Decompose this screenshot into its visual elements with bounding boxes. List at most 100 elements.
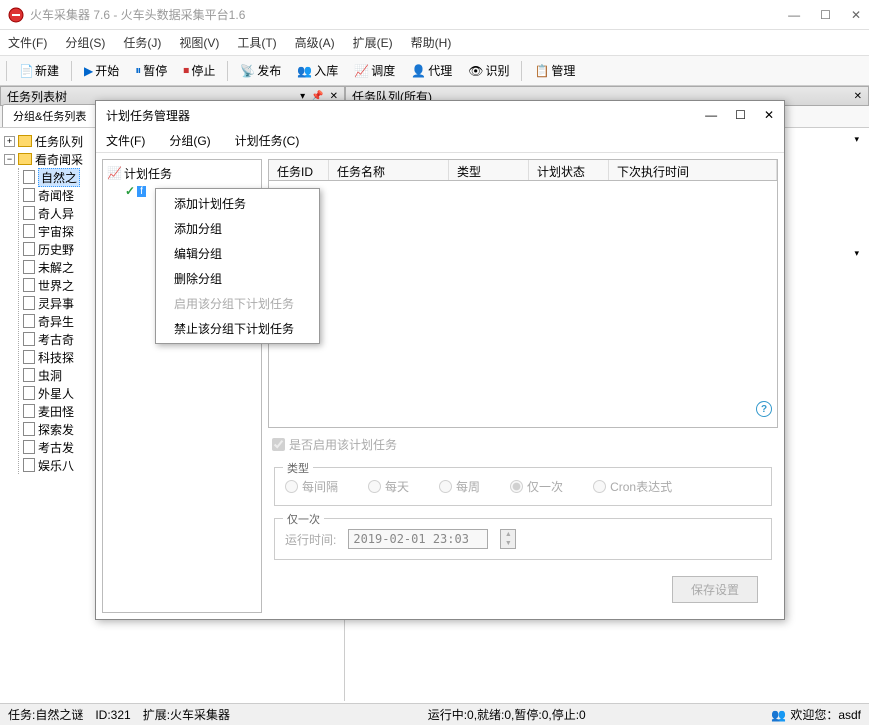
- col-type[interactable]: 类型: [449, 160, 529, 180]
- status-task: 任务:自然之谜: [8, 706, 83, 723]
- manage-button[interactable]: 📋管理: [528, 60, 581, 81]
- ctx-enable-group: 启用该分组下计划任务: [156, 291, 319, 316]
- file-icon: [23, 386, 35, 400]
- col-status[interactable]: 计划状态: [529, 160, 609, 180]
- publish-button[interactable]: 📡发布: [234, 60, 287, 81]
- col-task-name[interactable]: 任务名称: [329, 160, 449, 180]
- folder-icon: [18, 153, 32, 165]
- schedule-button[interactable]: 📈调度: [348, 60, 401, 81]
- spinner-up-icon[interactable]: ▲: [501, 530, 515, 539]
- collapse-icon[interactable]: −: [4, 154, 15, 165]
- file-icon: [23, 296, 35, 310]
- file-icon: [23, 206, 35, 220]
- radio-once[interactable]: 仅一次: [510, 478, 563, 495]
- pause-button[interactable]: ⏸暂停: [129, 60, 173, 81]
- dialog-titlebar: 计划任务管理器 — ☐ ✕: [96, 101, 784, 129]
- dialog-menu-file[interactable]: 文件(F): [106, 132, 145, 149]
- ctx-add-task[interactable]: 添加计划任务: [156, 191, 319, 216]
- task-icon: 📈: [107, 166, 122, 180]
- status-bar: 任务:自然之谜 ID:321 扩展:火车采集器 运行中:0, 就绪:0, 暂停:…: [0, 703, 869, 725]
- ctx-delete-group[interactable]: 删除分组: [156, 266, 319, 291]
- import-button[interactable]: 👥入库: [291, 60, 344, 81]
- menu-view[interactable]: 视图(V): [179, 34, 219, 51]
- dialog-grid-body: [268, 181, 778, 428]
- radio-interval[interactable]: 每间隔: [285, 478, 338, 495]
- enable-checkbox[interactable]: 是否启用该计划任务: [272, 436, 774, 453]
- menu-group[interactable]: 分组(S): [65, 34, 105, 51]
- radio-weekly[interactable]: 每周: [439, 478, 480, 495]
- stop-button[interactable]: ⏹停止: [177, 60, 221, 81]
- menu-task[interactable]: 任务(J): [123, 34, 161, 51]
- panel-close-icon[interactable]: ✕: [854, 91, 862, 102]
- file-icon: [23, 242, 35, 256]
- recognize-button[interactable]: 👁识别: [462, 60, 515, 81]
- file-icon: [23, 170, 35, 184]
- once-fieldset: 仅一次 运行时间: ▲ ▼: [274, 518, 772, 560]
- main-menubar: 文件(F) 分组(S) 任务(J) 视图(V) 工具(T) 高级(A) 扩展(E…: [0, 30, 869, 56]
- status-id: ID:321: [95, 708, 130, 722]
- dialog-menubar: 文件(F) 分组(G) 计划任务(C): [96, 129, 784, 153]
- window-title: 火车采集器 7.6 - 火车头数据采集平台1.6: [30, 6, 788, 23]
- save-settings-button[interactable]: 保存设置: [672, 576, 758, 603]
- col-task-id[interactable]: 任务ID: [269, 160, 329, 180]
- file-icon: [23, 404, 35, 418]
- left-tab[interactable]: 分组&任务列表: [2, 104, 97, 127]
- file-icon: [23, 188, 35, 202]
- schedule-task-dialog: 计划任务管理器 — ☐ ✕ 文件(F) 分组(G) 计划任务(C) 📈 计划任务…: [95, 100, 785, 620]
- ctx-edit-group[interactable]: 编辑分组: [156, 241, 319, 266]
- status-welcome: 欢迎您：asdf: [790, 706, 861, 723]
- dialog-menu-task[interactable]: 计划任务(C): [235, 132, 300, 149]
- maximize-button[interactable]: ☐: [820, 8, 831, 22]
- file-icon: [23, 332, 35, 346]
- file-icon: [23, 224, 35, 238]
- runtime-input[interactable]: [348, 529, 488, 549]
- context-menu: 添加计划任务 添加分组 编辑分组 删除分组 启用该分组下计划任务 禁止该分组下计…: [155, 188, 320, 344]
- status-ext: 扩展:火车采集器: [143, 706, 230, 723]
- status-stopped: 停止:0: [552, 706, 586, 723]
- col-next-time[interactable]: 下次执行时间: [609, 160, 777, 180]
- file-icon: [23, 278, 35, 292]
- type-fieldset: 类型 每间隔 每天 每周 仅一次 Cron表达式: [274, 467, 772, 506]
- dialog-tree-root[interactable]: 📈 计划任务: [107, 164, 257, 182]
- file-icon: [23, 422, 35, 436]
- menu-advanced[interactable]: 高级(A): [295, 34, 335, 51]
- dialog-menu-group[interactable]: 分组(G): [169, 132, 210, 149]
- dropdown-icon[interactable]: ▾: [854, 134, 859, 145]
- user-icon: 👥: [771, 708, 786, 722]
- spinner-down-icon[interactable]: ▼: [501, 539, 515, 548]
- folder-icon: [18, 135, 32, 147]
- ctx-add-group[interactable]: 添加分组: [156, 216, 319, 241]
- file-icon: [23, 440, 35, 454]
- radio-daily[interactable]: 每天: [368, 478, 409, 495]
- runtime-label: 运行时间:: [285, 531, 336, 548]
- menu-file[interactable]: 文件(F): [8, 34, 47, 51]
- new-button[interactable]: 📄新建: [13, 60, 65, 81]
- start-button[interactable]: ▶开始: [78, 60, 125, 81]
- datetime-spinner[interactable]: ▲ ▼: [500, 529, 516, 549]
- dropdown-icon[interactable]: ▾: [854, 248, 859, 259]
- menu-tool[interactable]: 工具(T): [237, 34, 276, 51]
- status-paused: 暂停:0,: [514, 706, 551, 723]
- close-button[interactable]: ✕: [851, 8, 861, 22]
- status-running: 运行中:0,: [428, 706, 477, 723]
- dialog-minimize-button[interactable]: —: [705, 108, 717, 122]
- dialog-title: 计划任务管理器: [106, 107, 705, 124]
- file-icon: [23, 314, 35, 328]
- check-icon: ✓: [125, 184, 135, 198]
- dialog-close-button[interactable]: ✕: [764, 108, 774, 122]
- file-icon: [23, 350, 35, 364]
- dialog-maximize-button[interactable]: ☐: [735, 108, 746, 122]
- minimize-button[interactable]: —: [788, 8, 800, 22]
- main-titlebar: 火车采集器 7.6 - 火车头数据采集平台1.6 — ☐ ✕: [0, 0, 869, 30]
- file-icon: [23, 458, 35, 472]
- help-icon[interactable]: ?: [756, 401, 772, 417]
- menu-help[interactable]: 帮助(H): [411, 34, 452, 51]
- main-toolbar: 📄新建 ▶开始 ⏸暂停 ⏹停止 📡发布 👥入库 📈调度 👤代理 👁识别 📋管理: [0, 56, 869, 86]
- status-ready: 就绪:0,: [477, 706, 514, 723]
- proxy-button[interactable]: 👤代理: [405, 60, 458, 81]
- expand-icon[interactable]: +: [4, 136, 15, 147]
- radio-cron[interactable]: Cron表达式: [593, 478, 672, 495]
- menu-extend[interactable]: 扩展(E): [353, 34, 393, 51]
- folder-badge-icon: f: [137, 186, 146, 197]
- ctx-disable-group[interactable]: 禁止该分组下计划任务: [156, 316, 319, 341]
